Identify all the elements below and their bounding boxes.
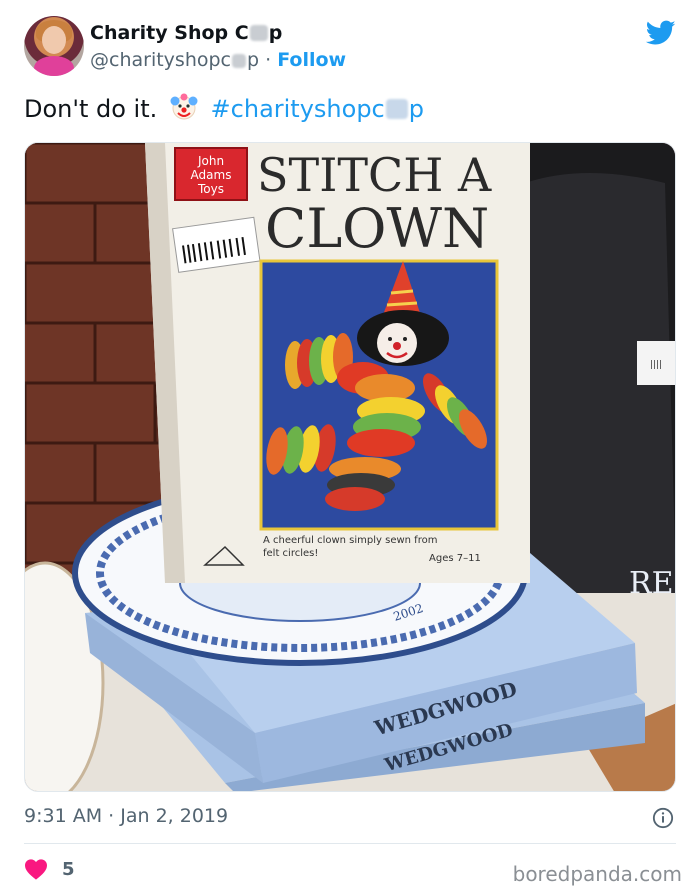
author-handle[interactable]: @charityshopc xyxy=(90,49,231,71)
box-title-line2: CLOWN xyxy=(265,197,489,260)
author-name-suffix: p xyxy=(268,22,283,44)
divider xyxy=(24,843,676,844)
follow-button[interactable]: Follow xyxy=(277,49,346,71)
twitter-bird-icon[interactable] xyxy=(646,20,676,46)
tweet-body: Don't do it. xyxy=(24,95,158,123)
author-name[interactable]: Charity Shop C p xyxy=(90,22,282,44)
svg-text:||||: |||| xyxy=(650,360,662,370)
tweet-header: Charity Shop C p @charityshopc p · Follow xyxy=(24,16,676,80)
tweet-timestamp[interactable]: 9:31 AM · Jan 2, 2019 xyxy=(24,805,228,827)
tweet-date: Jan 2, 2019 xyxy=(120,805,229,827)
separator: · xyxy=(108,805,115,827)
separator: · xyxy=(265,49,272,71)
censor-blur xyxy=(385,99,408,119)
avatar[interactable] xyxy=(24,16,84,76)
hashtag-suffix: p xyxy=(408,95,424,123)
brand-line2: Adams xyxy=(191,168,232,182)
author-handle-suffix: p xyxy=(247,49,260,71)
censor-blur xyxy=(249,25,268,41)
tweet-photo[interactable]: |||| WEDGWOOD WEDGWOOD 2002 RE John Adam… xyxy=(24,142,676,792)
like-count: 5 xyxy=(62,858,75,880)
hashtag-link[interactable]: #charityshopc p xyxy=(211,95,424,123)
box-title-line1: STITCH A xyxy=(257,148,492,202)
box-caption-line1: A cheerful clown simply sewn from xyxy=(263,535,437,546)
watermark: boredpanda.com xyxy=(512,862,682,886)
clown-face-icon xyxy=(170,93,198,120)
author-handle-row: @charityshopc p · Follow xyxy=(90,49,346,71)
author-name-text: Charity Shop C xyxy=(90,22,249,44)
hashtag-text: #charityshopc xyxy=(210,95,385,123)
edge-text: RE xyxy=(629,566,674,601)
box-ages: Ages 7–11 xyxy=(429,553,481,564)
box-caption-line2: felt circles! xyxy=(263,548,318,559)
heart-icon[interactable] xyxy=(24,858,48,880)
like-action[interactable]: 5 xyxy=(24,858,75,880)
tweet-time: 9:31 AM xyxy=(24,805,103,827)
info-icon[interactable] xyxy=(652,807,674,829)
brand-line1: John xyxy=(197,154,224,168)
tweet-text: Don't do it. #charityshopc p xyxy=(24,92,424,123)
brand-line3: Toys xyxy=(197,182,224,196)
photo-scene: |||| WEDGWOOD WEDGWOOD 2002 RE John Adam… xyxy=(25,143,675,791)
censor-blur xyxy=(232,54,246,68)
